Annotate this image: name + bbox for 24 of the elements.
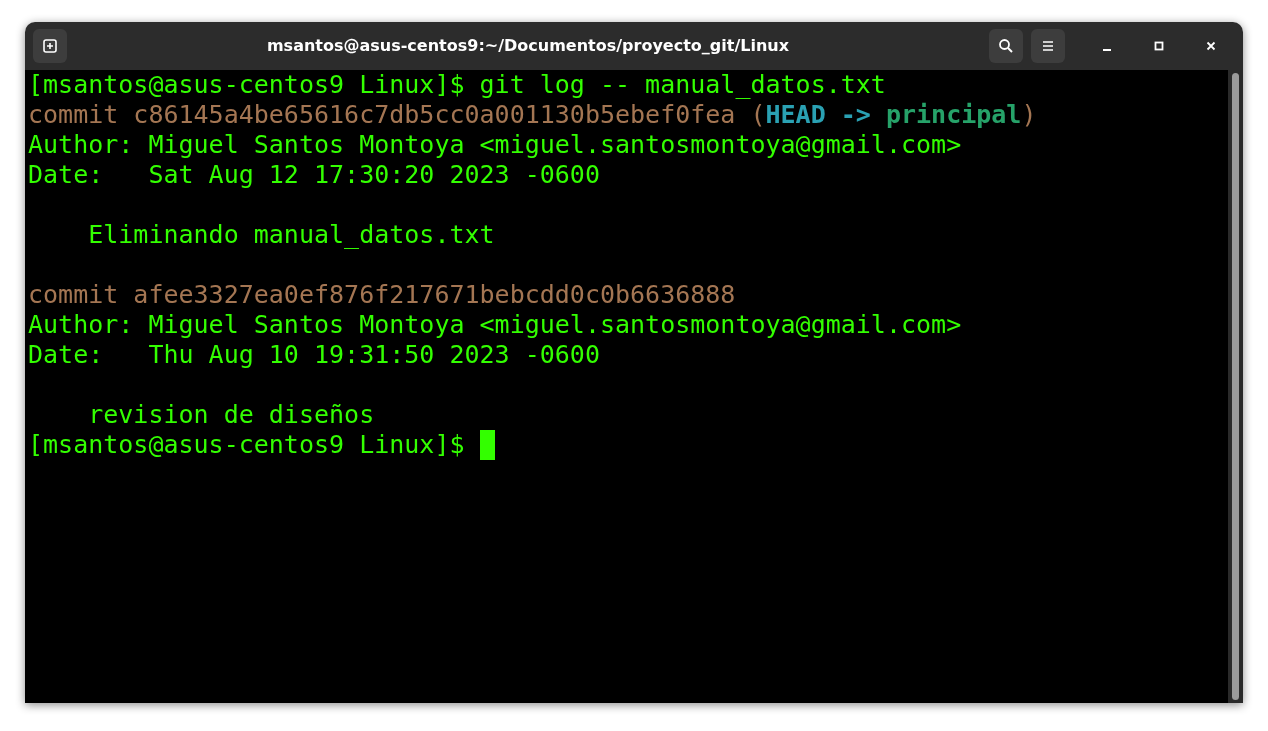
terminal-text: Author: Miguel Santos Montoya <miguel.santosmontoya@gmail.com> [28, 310, 962, 340]
close-icon [1206, 41, 1216, 51]
terminal-text: Author: Miguel Santos Montoya <miguel.santosmontoya@gmail.com> [28, 130, 962, 160]
terminal-text: Date: Thu Aug 10 19:31:50 2023 -0600 [28, 340, 600, 370]
new-tab-button[interactable] [33, 29, 67, 63]
branch-ref: HEAD -> [765, 100, 872, 130]
terminal-text: commit afee3327ea0ef876f217671bebcdd0c0b6636888 [28, 280, 736, 310]
terminal-text: commit c86145a4be65616c7db5cc0a001130b5ebef0fea ( [28, 100, 766, 130]
minimize-icon [1103, 49, 1111, 51]
branch-ref: principal [885, 100, 1022, 130]
terminal-text: ) [1021, 100, 1037, 130]
terminal-text: revision de diseños [87, 400, 375, 430]
new-tab-icon [42, 38, 58, 54]
terminal-text: [msantos@asus-centos9 Linux]$ [28, 430, 466, 460]
menu-button[interactable] [1031, 29, 1065, 63]
terminal-text: [msantos@asus-centos9 Linux]$ git log -- manual_datos.txt [28, 70, 886, 100]
maximize-icon [1154, 41, 1164, 51]
terminal-text: Date: Sat Aug 12 17:30:20 2023 -0600 [28, 160, 600, 190]
search-icon [998, 38, 1014, 54]
window-title: msantos@asus-centos9:~/Documentos/proyecto_git/Linux [265, 35, 791, 57]
scrollbar-thumb[interactable] [1232, 73, 1239, 700]
search-button[interactable] [989, 29, 1023, 63]
menu-icon [1041, 40, 1055, 52]
terminal-text: Eliminando manual_datos.txt [87, 220, 495, 250]
